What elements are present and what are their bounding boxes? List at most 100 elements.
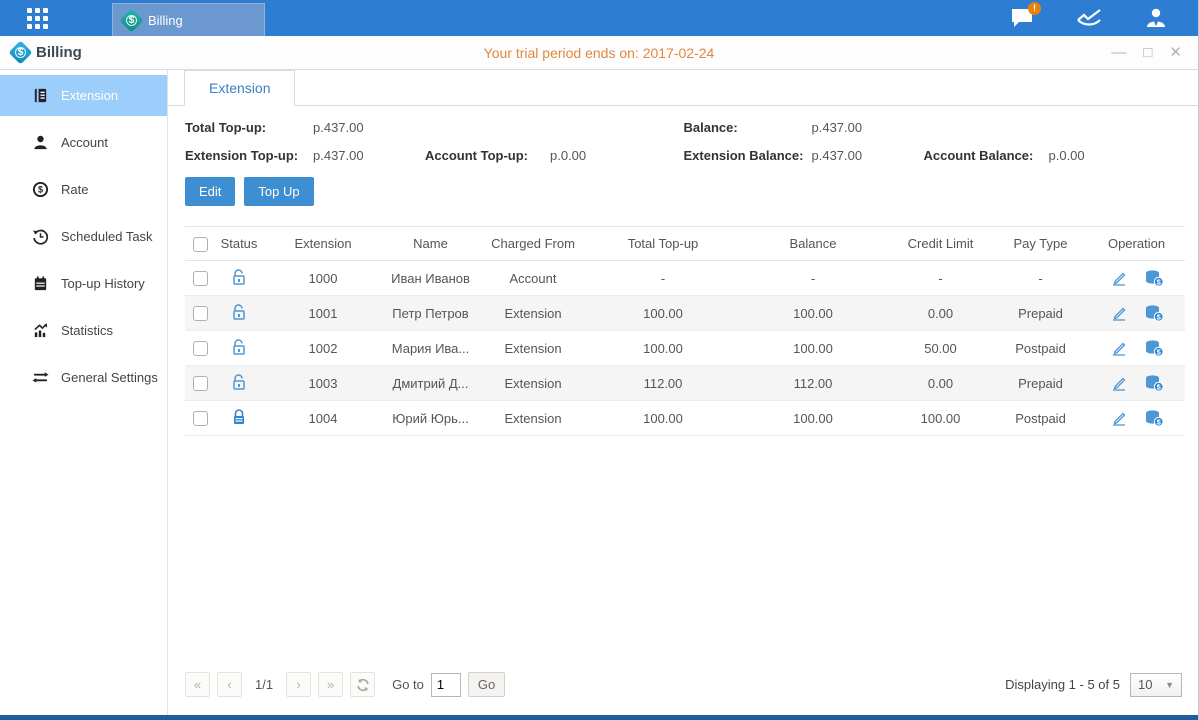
sidebar-item-topup-history[interactable]: Top-up History [0, 263, 167, 304]
row-checkbox[interactable] [193, 411, 208, 426]
edit-row-icon[interactable] [1110, 409, 1128, 427]
cell-credit-limit: 0.00 [888, 366, 993, 401]
sidebar-item-rate[interactable]: $ Rate [0, 169, 167, 210]
billing-app-icon: $ [119, 8, 143, 32]
summary-section: Total Top-up:p.437.00 Extension Top-up:p… [185, 120, 1182, 163]
extension-balance-label: Extension Balance: [684, 148, 812, 163]
sidebar-item-label: Top-up History [61, 276, 145, 291]
table-row: 1002 Мария Ива... Extension 100.00 100.0… [185, 331, 1185, 366]
sidebar-item-account[interactable]: Account [0, 122, 167, 163]
refresh-button[interactable] [350, 672, 375, 697]
sidebar-item-statistics[interactable]: Statistics [0, 310, 167, 351]
topup-row-icon[interactable]: $ [1144, 269, 1164, 287]
close-button[interactable]: ✕ [1169, 45, 1182, 60]
minimize-button[interactable]: — [1111, 45, 1126, 60]
cell-name: Дмитрий Д... [383, 366, 478, 401]
cell-balance: 100.00 [738, 296, 888, 331]
svg-text:$: $ [38, 185, 43, 195]
top-up-button[interactable]: Top Up [244, 177, 313, 206]
col-credit-limit: Credit Limit [888, 227, 993, 261]
cell-pay-type: Postpaid [993, 331, 1088, 366]
goto-page-input[interactable] [431, 673, 461, 697]
col-status: Status [215, 227, 263, 261]
cell-pay-type: Prepaid [993, 366, 1088, 401]
account-button[interactable] [1144, 6, 1168, 30]
app-launcher-button[interactable] [0, 0, 74, 36]
cell-charged-from: Extension [478, 366, 588, 401]
cell-name: Петр Петров [383, 296, 478, 331]
unlocked-icon [231, 303, 247, 321]
sidebar-item-label: Account [61, 135, 108, 150]
col-name: Name [383, 227, 478, 261]
cell-balance: - [738, 261, 888, 296]
extension-table: Status Extension Name Charged From Total… [185, 226, 1185, 436]
statistics-icon [32, 322, 49, 339]
cell-credit-limit: 0.00 [888, 296, 993, 331]
row-checkbox[interactable] [193, 271, 208, 286]
last-page-button[interactable]: » [318, 672, 343, 697]
taskbar-tab-billing[interactable]: $ Billing [112, 3, 265, 36]
col-pay-type: Pay Type [993, 227, 1088, 261]
unlocked-icon [231, 373, 247, 391]
topup-row-icon[interactable]: $ [1144, 409, 1164, 427]
cell-extension: 1002 [263, 331, 383, 366]
ledger-icon [32, 87, 49, 104]
cell-charged-from: Extension [478, 296, 588, 331]
prev-page-button[interactable]: ‹ [217, 672, 242, 697]
displaying-text: Displaying 1 - 5 of 5 [1005, 677, 1120, 692]
topup-row-icon[interactable]: $ [1144, 374, 1164, 392]
monitor-button[interactable] [1076, 7, 1102, 29]
desktop-bottom-edge [0, 715, 1198, 720]
first-page-button[interactable]: « [185, 672, 210, 697]
edit-row-icon[interactable] [1110, 339, 1128, 357]
go-button[interactable]: Go [468, 672, 505, 697]
row-checkbox[interactable] [193, 306, 208, 321]
balance-value: p.437.00 [812, 120, 863, 135]
cell-credit-limit: 50.00 [888, 331, 993, 366]
page-size-select[interactable]: 10▼ [1130, 673, 1182, 697]
balance-label: Balance: [684, 120, 812, 135]
edit-row-icon[interactable] [1110, 304, 1128, 322]
goto-label: Go to [392, 677, 424, 692]
edit-button[interactable]: Edit [185, 177, 235, 206]
sidebar: Extension Account $ Rate Scheduled Task … [0, 70, 168, 715]
col-operation: Operation [1088, 227, 1185, 261]
edit-row-icon[interactable] [1110, 269, 1128, 287]
cell-balance: 100.00 [738, 331, 888, 366]
cell-extension: 1004 [263, 401, 383, 436]
main-panel: Extension Total Top-up:p.437.00 Extensio… [168, 70, 1198, 715]
cell-charged-from: Extension [478, 331, 588, 366]
cell-extension: 1001 [263, 296, 383, 331]
topup-row-icon[interactable]: $ [1144, 339, 1164, 357]
locked-icon [231, 408, 247, 426]
sidebar-item-extension[interactable]: Extension [0, 75, 167, 116]
row-checkbox[interactable] [193, 341, 208, 356]
edit-row-icon[interactable] [1110, 374, 1128, 392]
table-row: 1003 Дмитрий Д... Extension 112.00 112.0… [185, 366, 1185, 401]
table-row: 1001 Петр Петров Extension 100.00 100.00… [185, 296, 1185, 331]
cell-pay-type: Postpaid [993, 401, 1088, 436]
desktop-taskbar: $ Billing ! [0, 0, 1198, 36]
sidebar-item-scheduled-task[interactable]: Scheduled Task [0, 216, 167, 257]
sidebar-item-general-settings[interactable]: General Settings [0, 357, 167, 398]
col-extension: Extension [263, 227, 383, 261]
cell-pay-type: Prepaid [993, 296, 1088, 331]
cell-balance: 100.00 [738, 401, 888, 436]
row-checkbox[interactable] [193, 376, 208, 391]
sidebar-item-label: Scheduled Task [61, 229, 153, 244]
maximize-button[interactable]: □ [1143, 45, 1152, 60]
taskbar-tab-label: Billing [148, 13, 183, 28]
tab-extension[interactable]: Extension [184, 70, 295, 106]
topup-row-icon[interactable]: $ [1144, 304, 1164, 322]
cell-total-topup: 100.00 [588, 331, 738, 366]
apps-grid-icon [27, 8, 48, 29]
window-title-group: $ Billing [0, 44, 82, 61]
dollar-circle-icon: $ [32, 181, 49, 198]
next-page-button[interactable]: › [286, 672, 311, 697]
notifications-button[interactable]: ! [1010, 7, 1034, 29]
cell-extension: 1000 [263, 261, 383, 296]
sidebar-item-label: Statistics [61, 323, 113, 338]
billing-app-window: $ Billing ! $ Billing Your trial period … [0, 0, 1199, 720]
cell-total-topup: 100.00 [588, 296, 738, 331]
select-all-checkbox[interactable] [193, 237, 208, 252]
